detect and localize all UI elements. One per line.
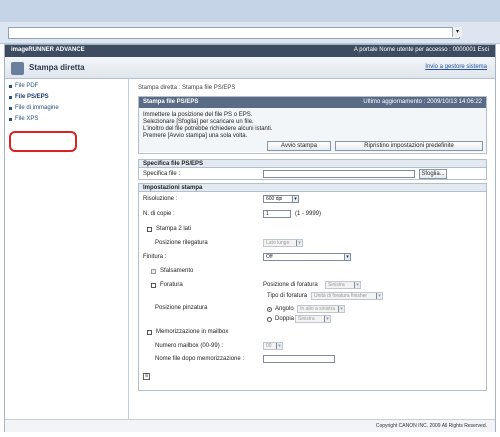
punch-position-label: Posizione di foratura [263,282,318,288]
mailbox-checkbox[interactable] [147,330,152,335]
punch-type-select[interactable]: Unità di foratura finisher ▾ [311,292,383,300]
offset-label: Sfalsamento [160,268,194,274]
print-settings-heading: Impostazioni stampa [139,183,486,192]
chevron-down-icon: ▾ [344,254,350,260]
title-bar: Stampa diretta Invio a gestore sistema [5,57,495,79]
punch-label: Foratura [160,282,183,288]
start-print-button[interactable]: Avvio stampa [267,141,331,151]
mailbox-number-label: Numero mailbox (00-99) : [155,343,224,349]
address-bar: ▾ [0,22,500,44]
file-spec-input[interactable] [263,170,415,178]
panel-title: Stampa file PS/EPS Ultimo aggiornamento … [139,97,486,108]
corner-label: Angolo [275,306,294,312]
sidebar-item-ps-eps[interactable]: File PS/EPS [5,92,128,103]
file-spec-heading: Specifica file PS/EPS [139,159,486,168]
filename-input[interactable] [263,355,335,363]
chevron-down-icon: ▾ [296,240,302,246]
mailbox-label: Memorizzazione in mailbox [156,329,229,335]
duplex-label: Stampa 2 lati [156,226,192,232]
info-line: L'inoltro del file potrebbe richiedere a… [143,126,273,132]
app-header: imageRUNNER ADVANCE A portale Nome utent… [5,45,495,57]
filename-label: Nome file dopo memorizzazione : [155,356,245,362]
page-title: Stampa diretta [29,63,85,72]
punch-checkbox[interactable] [151,283,156,288]
chevron-down-icon: ▾ [338,306,344,312]
breadcrumb: Stampa diretta : Stampa file PS/EPS [138,85,236,91]
browse-button[interactable]: Sfoglia... [419,169,447,179]
bullet-icon [9,118,12,121]
chevron-down-icon: ▾ [354,282,360,288]
collapse-icon[interactable]: ≡ [143,373,150,380]
info-line: Premere [Avvio stampa] una sola volta. [143,133,248,139]
finishing-label: Finitura : [143,254,167,260]
sidebar-item-xps[interactable]: File XPS [5,114,128,125]
sidebar-item-image[interactable]: File di immagine [5,103,128,114]
print-settings-section: Impostazioni stampa Risoluzione : 600 dp… [138,183,487,391]
sidebar-item-pdf[interactable]: File PDF [5,81,128,92]
app-frame: imageRUNNER ADVANCE A portale Nome utent… [4,44,496,432]
bullet-icon [9,107,12,110]
info-line: Selezionare [Sfoglia] per scaricare un f… [143,119,254,125]
binding-label: Posizione rilegatura [155,240,208,246]
print-panel: Stampa file PS/EPS Ultimo aggiornamento … [138,96,487,154]
highlight-annotation [9,131,77,152]
info-line: Immettere la posizione del file PS o EPS… [143,112,253,118]
chevron-down-icon: ▾ [324,316,330,322]
info-box: Immettere la posizione del file PS o EPS… [139,108,486,152]
chevron-down-icon: ▾ [276,343,282,349]
file-spec-label: Specifica file : [143,171,181,177]
main-content: Stampa diretta : Stampa file PS/EPS Stam… [130,79,495,419]
sidebar: File PDF File PS/EPS File di immagine Fi… [5,79,129,419]
restore-defaults-button[interactable]: Ripristino impostazioni predefinite [335,141,483,151]
bullet-icon [9,85,12,88]
chevron-down-icon: ▾ [376,293,382,299]
finishing-select[interactable]: Off ▾ [263,253,351,261]
footer: Copyright CANON INC. 2009 All Rights Res… [5,419,495,432]
copies-label: N. di copie : [143,211,175,217]
browser-chrome [0,0,500,22]
url-input[interactable] [8,27,460,39]
resolution-select[interactable]: 600 dpi ▾ [263,195,299,203]
corner-radio[interactable] [267,307,272,312]
file-spec-section: Specifica file PS/EPS Specifica file : S… [138,159,487,180]
copies-range: (1 - 9999) [295,211,322,217]
copyright: Copyright CANON INC. 2009 All Rights Res… [375,423,487,429]
offset-checkbox[interactable] [151,269,156,274]
punch-position-select[interactable]: Sinistra ▾ [325,281,361,289]
chevron-down-icon: ▾ [292,196,298,202]
bullet-icon [9,96,12,99]
copies-input[interactable]: 1 [263,210,291,218]
double-select[interactable]: Sinistra ▾ [295,315,331,323]
last-updated: Ultimo aggiornamento : 2009/10/13 14:06:… [363,99,482,105]
header-user-info[interactable]: A portale Nome utente per accesso : 0000… [354,47,489,53]
double-radio[interactable] [267,317,272,322]
mailbox-number-select[interactable]: 00 ▾ [263,342,283,350]
resolution-label: Risoluzione : [143,196,178,202]
duplex-checkbox[interactable] [147,227,152,232]
corner-select[interactable]: In alto a sinistra ▾ [297,305,345,313]
send-to-admin-link[interactable]: Invio a gestore sistema [425,64,487,70]
punch-type-label: Tipo di foratura [267,293,308,299]
binding-select[interactable]: Lato lungo ▾ [263,239,303,247]
brand-logo: imageRUNNER ADVANCE [11,47,85,53]
direct-print-icon [11,62,24,75]
double-label: Doppia [275,316,295,322]
staple-label: Posizione pinzatura [155,305,208,311]
url-dropdown-button[interactable]: ▾ [452,27,462,37]
